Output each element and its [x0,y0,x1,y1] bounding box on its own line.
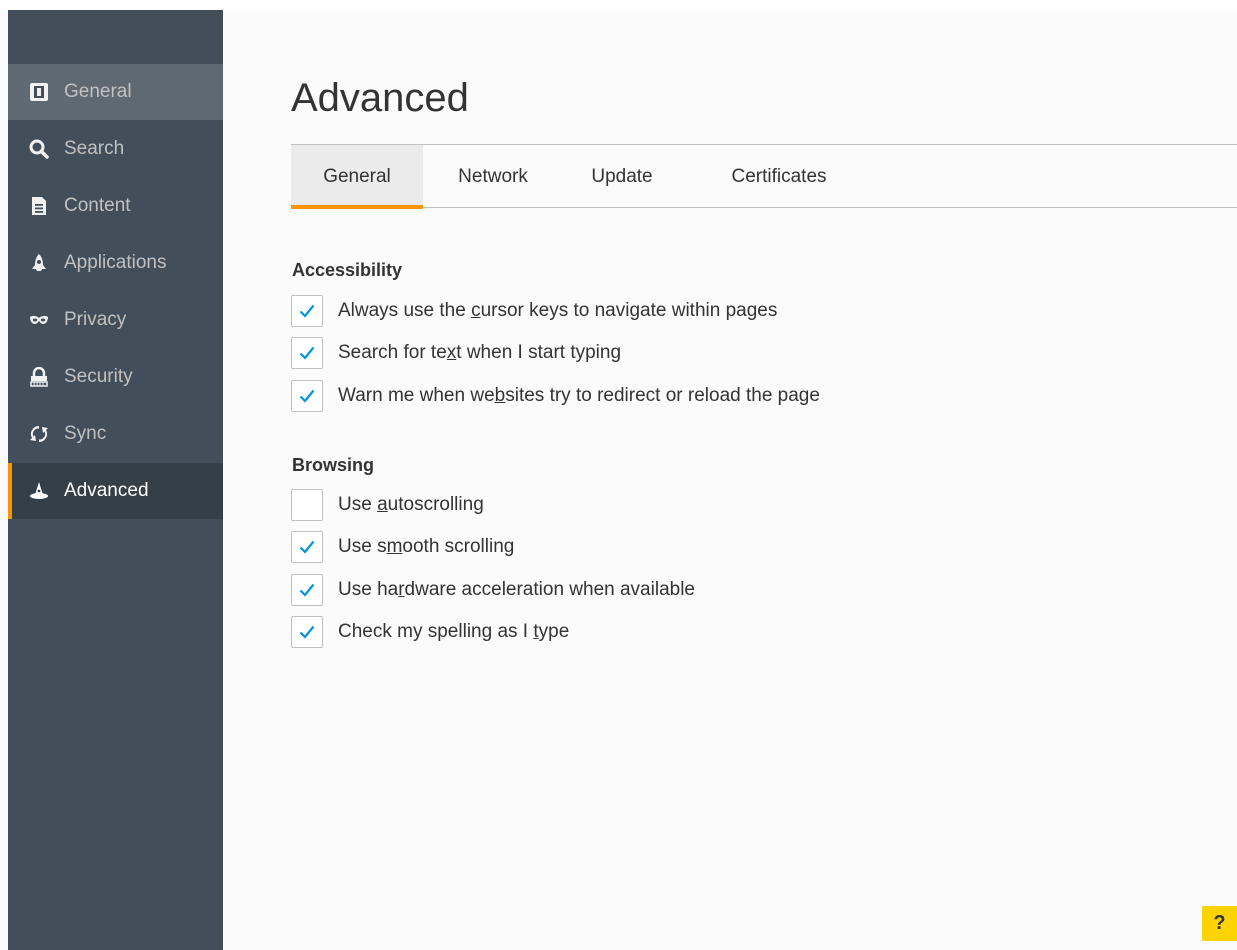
spell-check-option[interactable]: Check my spelling as I type [291,616,569,648]
content-icon [28,195,50,217]
tab-network[interactable]: Network [433,145,553,208]
search-typing-checkbox[interactable] [291,337,323,369]
checkmark-icon [299,540,315,554]
tab-update[interactable]: Update [569,145,675,208]
sidebar-item-content[interactable]: Content [8,178,223,234]
sidebar-item-label: Advanced [64,480,149,501]
applications-icon [28,252,50,274]
autoscrolling-checkbox[interactable] [291,489,323,521]
accessibility-heading: Accessibility [292,260,403,280]
checkmark-icon [299,389,315,403]
sidebar-item-label: Privacy [64,309,127,330]
help-button[interactable]: ? [1202,906,1237,941]
search-icon [28,138,50,160]
sidebar-item-label: Sync [64,423,107,444]
sidebar-item-label: General [64,81,132,102]
smooth-scrolling-checkbox[interactable] [291,531,323,563]
sidebar-item-label: Applications [64,252,167,273]
smooth-scrolling-option[interactable]: Use smooth scrolling [291,531,514,563]
sync-icon [28,423,50,445]
cursor-keys-label: Always use the cursor keys to navigate w… [338,300,778,321]
sidebar-item-general[interactable]: General [8,64,223,120]
warn-redirect-checkbox[interactable] [291,380,323,412]
browsing-heading: Browsing [292,455,375,475]
sidebar: General Search Content Applications Priv… [8,10,223,950]
window-top-strip [0,0,1237,10]
spell-check-checkbox[interactable] [291,616,323,648]
sidebar-item-applications[interactable]: Applications [8,235,223,291]
hardware-acceleration-checkbox[interactable] [291,574,323,606]
autoscrolling-label: Use autoscrolling [338,494,484,515]
tab-general[interactable]: General [291,145,423,209]
tab-strip: General Network Update Certificates [291,145,1237,209]
search-typing-label: Search for text when I start typing [338,342,622,363]
warn-redirect-label: Warn me when websites try to redirect or… [338,385,820,406]
smooth-scrolling-label: Use smooth scrolling [338,536,515,557]
tab-certificates[interactable]: Certificates [699,145,859,208]
sidebar-item-search[interactable]: Search [8,121,223,177]
sidebar-item-privacy[interactable]: Privacy [8,292,223,348]
sidebar-item-advanced[interactable]: Advanced [8,463,223,519]
checkmark-icon [299,346,315,360]
cursor-keys-checkbox[interactable] [291,295,323,327]
checkmark-icon [299,304,315,318]
warn-redirect-option[interactable]: Warn me when websites try to redirect or… [291,380,820,412]
spell-check-label: Check my spelling as I type [338,621,570,642]
main-panel: Advanced General Network Update Certific… [223,10,1237,950]
sidebar-item-security[interactable]: Security [8,349,223,405]
cursor-keys-option[interactable]: Always use the cursor keys to navigate w… [291,295,777,327]
sidebar-item-label: Search [64,138,125,159]
checkmark-icon [299,583,315,597]
general-icon [28,81,50,103]
hardware-acceleration-option[interactable]: Use hardware acceleration when available [291,574,695,606]
hardware-acceleration-label: Use hardware acceleration when available [338,579,695,600]
security-lock-icon [28,366,50,388]
autoscrolling-option[interactable]: Use autoscrolling [291,489,484,521]
sidebar-item-sync[interactable]: Sync [8,406,223,462]
page-title: Advanced [291,76,469,120]
sidebar-item-label: Content [64,195,131,216]
search-typing-option[interactable]: Search for text when I start typing [291,337,621,369]
advanced-wizard-hat-icon [28,480,50,502]
privacy-mask-icon [28,309,50,331]
sidebar-item-label: Security [64,366,133,387]
checkmark-icon [299,625,315,639]
